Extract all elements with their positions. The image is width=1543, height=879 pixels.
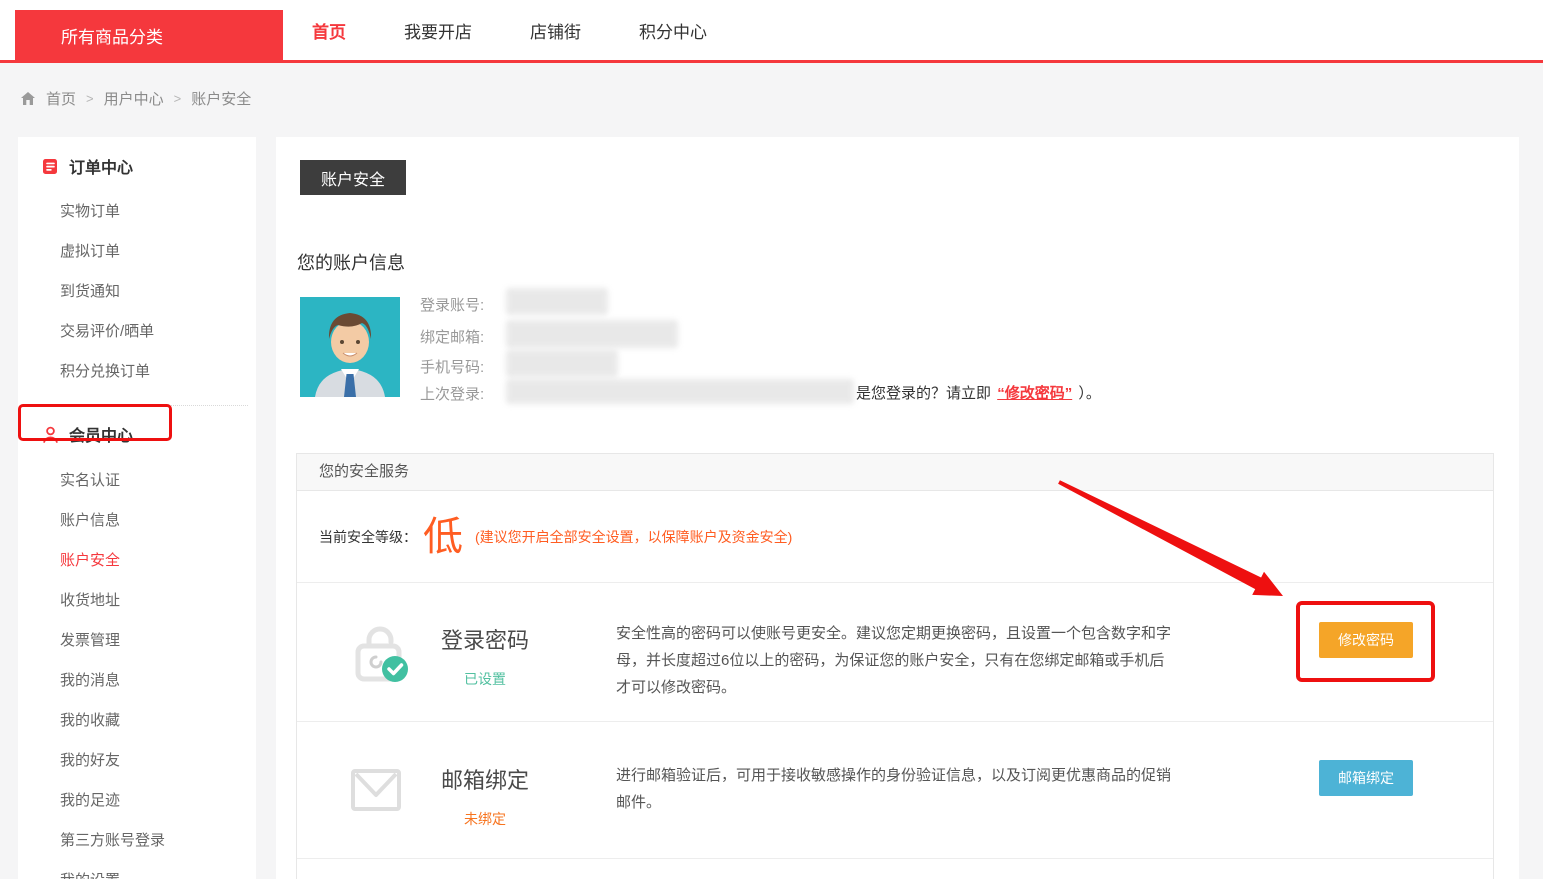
sidebar-item-points-orders[interactable]: 积分兑换订单 [18, 352, 256, 392]
sidebar-item-my-footprints[interactable]: 我的足迹 [18, 781, 256, 821]
bind-email-button[interactable]: 邮箱绑定 [1319, 760, 1413, 796]
breadcrumb-user-center[interactable]: 用户中心 [104, 88, 164, 109]
main-nav: 首页 我要开店 店铺街 积分中心 [312, 0, 707, 60]
sidebar-section-title: 会员中心 [69, 422, 133, 446]
breadcrumb-account-security: 账户安全 [191, 88, 251, 109]
security-level-label: 当前安全等级： [319, 527, 417, 547]
security-services-panel: 您的安全服务 当前安全等级： 低 (建议您开启全部安全设置，以保障账户及资金安全… [296, 453, 1494, 879]
field-label-last-login: 上次登录: [420, 383, 484, 404]
login-note-prefix: 是您登录的？请立即 [856, 385, 991, 402]
login-note-suffix: ）。 [1078, 385, 1101, 402]
sidebar-section-member-center: 会员中心 [18, 423, 256, 445]
service-name-login-password: 登录密码 [419, 623, 551, 655]
sidebar-item-shipping-address[interactable]: 收货地址 [18, 581, 256, 621]
lock-icon [351, 621, 411, 683]
mail-icon [351, 769, 401, 811]
change-password-button[interactable]: 修改密码 [1319, 622, 1413, 658]
breadcrumb-home[interactable]: 首页 [46, 88, 76, 109]
all-categories-button[interactable]: 所有商品分类 [15, 10, 283, 60]
status-badge-email-unbound: 未绑定 [419, 809, 551, 829]
order-icon [42, 158, 59, 175]
security-panel-title: 您的安全服务 [297, 454, 1493, 491]
field-label-login-account: 登录账号: [420, 294, 484, 315]
sidebar-item-account-security[interactable]: 账户安全 [18, 541, 256, 581]
order-center-list: 实物订单 虚拟订单 到货通知 交易评价/晒单 积分兑换订单 [18, 192, 256, 392]
change-password-link[interactable]: “修改密码” [997, 385, 1072, 402]
sidebar-item-thirdparty-login[interactable]: 第三方账号登录 [18, 821, 256, 861]
sidebar-section-title: 订单中心 [69, 154, 133, 178]
main-content: 账户安全 您的账户信息 登录账号: 绑定邮箱: 手机号码: 上次登录: 是您登录… [276, 137, 1519, 879]
sidebar-item-physical-orders[interactable]: 实物订单 [18, 192, 256, 232]
sidebar-item-account-info[interactable]: 账户信息 [18, 501, 256, 541]
sidebar-divider [26, 405, 248, 406]
service-desc-email-binding: 进行邮箱验证后，可用于接收敏感操作的身份验证信息，以及订阅更优惠商品的促销邮件。 [616, 762, 1172, 816]
service-name-column: 登录密码 已设置 [419, 623, 551, 689]
sidebar-item-realname-auth[interactable]: 实名认证 [18, 461, 256, 501]
all-categories-label: 所有商品分类 [61, 23, 163, 48]
service-name-column: 邮箱绑定 未绑定 [419, 763, 551, 829]
sidebar-item-arrival-notice[interactable]: 到货通知 [18, 272, 256, 312]
avatar-illustration [300, 297, 400, 397]
status-badge-password-set: 已设置 [419, 669, 551, 689]
nav-item-points-center[interactable]: 积分中心 [639, 18, 707, 43]
censored-last-login-value [506, 379, 854, 404]
sidebar-item-virtual-orders[interactable]: 虚拟订单 [18, 232, 256, 272]
censored-login-account-value [506, 288, 608, 315]
member-icon [42, 426, 59, 443]
breadcrumb: 首页 > 用户中心 > 账户安全 [20, 88, 251, 109]
nav-item-shop-street[interactable]: 店铺街 [530, 18, 581, 43]
tab-account-security[interactable]: 账户安全 [300, 160, 406, 195]
member-center-list: 实名认证 账户信息 账户安全 收货地址 发票管理 我的消息 我的收藏 我的好友 … [18, 461, 256, 879]
login-security-note: 是您登录的？请立即 “修改密码” ）。 [856, 382, 1101, 403]
sidebar-item-reviews[interactable]: 交易评价/晒单 [18, 312, 256, 352]
sidebar-item-my-favorites[interactable]: 我的收藏 [18, 701, 256, 741]
service-name-email-binding: 邮箱绑定 [419, 763, 551, 795]
service-desc-login-password: 安全性高的密码可以使账号更安全。建议您定期更换密码，且设置一个包含数字和字母，并… [616, 620, 1172, 701]
account-info-title: 您的账户信息 [297, 249, 405, 275]
sidebar: 订单中心 实物订单 虚拟订单 到货通知 交易评价/晒单 积分兑换订单 会员中心 … [18, 137, 256, 879]
censored-phone-number-value [506, 350, 618, 377]
avatar [300, 297, 400, 397]
field-label-bound-email: 绑定邮箱: [420, 326, 484, 347]
sidebar-item-my-settings[interactable]: 我的设置 [18, 861, 256, 879]
field-label-phone-number: 手机号码: [420, 356, 484, 377]
top-navbar: 所有商品分类 首页 我要开店 店铺街 积分中心 [0, 0, 1543, 63]
sidebar-item-invoice-management[interactable]: 发票管理 [18, 621, 256, 661]
service-row-email-binding: 邮箱绑定 未绑定 进行邮箱验证后，可用于接收敏感操作的身份验证信息，以及订阅更优… [297, 722, 1493, 859]
breadcrumb-separator: > [86, 91, 94, 106]
service-row-login-password: 登录密码 已设置 安全性高的密码可以使账号更安全。建议您定期更换密码，且设置一个… [297, 583, 1493, 722]
breadcrumb-separator: > [174, 91, 182, 106]
sidebar-item-my-messages[interactable]: 我的消息 [18, 661, 256, 701]
home-icon [20, 91, 36, 106]
security-level-row: 当前安全等级： 低 (建议您开启全部安全设置，以保障账户及资金安全) [297, 491, 1493, 583]
nav-item-open-shop[interactable]: 我要开店 [404, 18, 472, 43]
security-level-hint: (建议您开启全部安全设置，以保障账户及资金安全) [475, 527, 792, 547]
sidebar-item-my-friends[interactable]: 我的好友 [18, 741, 256, 781]
security-level-value: 低 [423, 517, 463, 557]
nav-item-home[interactable]: 首页 [312, 18, 346, 43]
sidebar-section-order-center: 订单中心 [18, 155, 256, 177]
censored-bound-email-value [506, 320, 678, 348]
